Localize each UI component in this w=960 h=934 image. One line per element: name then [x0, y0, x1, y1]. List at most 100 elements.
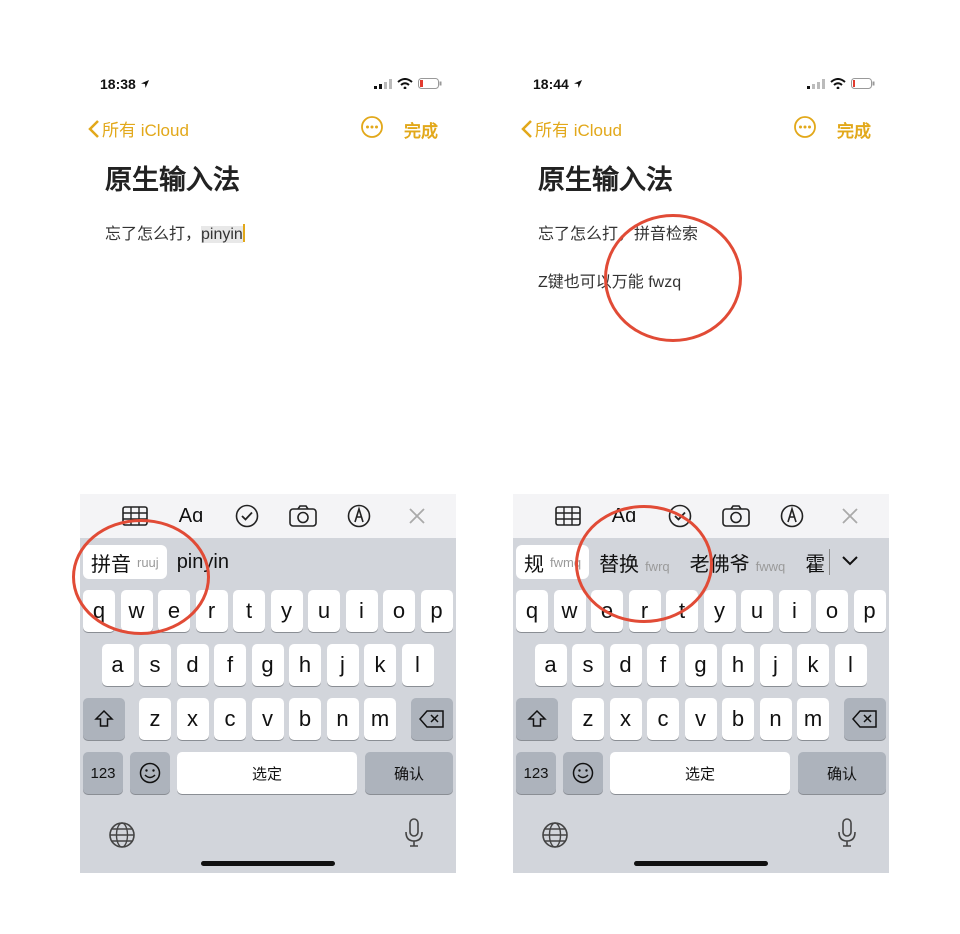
- candidate-item[interactable]: 规 fwmq: [516, 545, 590, 579]
- key-l[interactable]: l: [834, 644, 867, 686]
- key-g[interactable]: g: [251, 644, 284, 686]
- camera-button[interactable]: [288, 502, 318, 530]
- text-format-icon: Aɑ: [611, 504, 637, 527]
- key-v[interactable]: v: [684, 698, 717, 740]
- checklist-button[interactable]: [665, 502, 695, 530]
- candidate-item[interactable]: 替换 fwrq: [589, 548, 680, 577]
- close-button[interactable]: [835, 502, 865, 530]
- key-b[interactable]: b: [289, 698, 321, 740]
- key-n[interactable]: n: [326, 698, 359, 740]
- key-w[interactable]: w: [553, 590, 586, 632]
- key-t[interactable]: t: [233, 590, 265, 632]
- markup-button[interactable]: [344, 502, 374, 530]
- key-x[interactable]: x: [609, 698, 642, 740]
- key-s[interactable]: s: [139, 644, 171, 686]
- key-r[interactable]: r: [195, 590, 228, 632]
- key-u[interactable]: u: [741, 590, 773, 632]
- key-j[interactable]: j: [326, 644, 359, 686]
- key-e[interactable]: e: [591, 590, 623, 632]
- key-q[interactable]: q: [516, 590, 548, 632]
- key-n[interactable]: n: [759, 698, 792, 740]
- key-e[interactable]: e: [158, 590, 190, 632]
- table-button[interactable]: [120, 502, 150, 530]
- numbers-key[interactable]: 123: [516, 752, 556, 794]
- key-p[interactable]: p: [853, 590, 886, 632]
- key-o[interactable]: o: [816, 590, 848, 632]
- note-line[interactable]: Z键也可以万能 fwzq: [538, 268, 681, 292]
- key-s[interactable]: s: [572, 644, 604, 686]
- candidate-item[interactable]: 霍: [795, 548, 829, 577]
- key-a[interactable]: a: [534, 644, 567, 686]
- candidate-item[interactable]: 老佛爷 fwwq: [680, 548, 796, 577]
- key-k[interactable]: k: [797, 644, 829, 686]
- candidate-item[interactable]: 拼音 ruuj: [83, 545, 167, 579]
- table-button[interactable]: [553, 502, 583, 530]
- delete-key[interactable]: [844, 698, 886, 740]
- close-button[interactable]: [402, 502, 432, 530]
- key-w[interactable]: w: [120, 590, 153, 632]
- done-button[interactable]: 完成: [837, 117, 871, 142]
- back-button[interactable]: 所有 iCloud: [88, 116, 189, 141]
- emoji-key[interactable]: [563, 752, 603, 794]
- key-i[interactable]: i: [345, 590, 378, 632]
- key-c[interactable]: c: [647, 698, 679, 740]
- expand-candidates-button[interactable]: [842, 553, 858, 571]
- key-x[interactable]: x: [176, 698, 209, 740]
- key-f[interactable]: f: [647, 644, 679, 686]
- key-m[interactable]: m: [364, 698, 396, 740]
- key-d[interactable]: d: [609, 644, 642, 686]
- back-button[interactable]: 所有 iCloud: [521, 116, 622, 141]
- space-key[interactable]: 选定: [610, 752, 790, 794]
- key-o[interactable]: o: [383, 590, 415, 632]
- key-b[interactable]: b: [722, 698, 754, 740]
- key-g[interactable]: g: [684, 644, 717, 686]
- checklist-button[interactable]: [232, 502, 262, 530]
- key-y[interactable]: y: [703, 590, 736, 632]
- numbers-key[interactable]: 123: [83, 752, 123, 794]
- markup-button[interactable]: [777, 502, 807, 530]
- key-v[interactable]: v: [251, 698, 284, 740]
- key-f[interactable]: f: [214, 644, 246, 686]
- text-format-button[interactable]: Aɑ: [609, 502, 639, 530]
- key-t[interactable]: t: [666, 590, 698, 632]
- shift-key[interactable]: [83, 698, 125, 740]
- key-r[interactable]: r: [628, 590, 661, 632]
- key-m[interactable]: m: [797, 698, 829, 740]
- key-y[interactable]: y: [270, 590, 303, 632]
- key-h[interactable]: h: [289, 644, 321, 686]
- key-j[interactable]: j: [759, 644, 792, 686]
- globe-button[interactable]: [108, 821, 136, 854]
- space-key[interactable]: 选定: [177, 752, 357, 794]
- key-u[interactable]: u: [308, 590, 340, 632]
- shift-key[interactable]: [516, 698, 558, 740]
- dictation-button[interactable]: [837, 818, 857, 853]
- candidate-divider: [829, 549, 831, 575]
- done-button[interactable]: 完成: [404, 117, 438, 142]
- globe-button[interactable]: [541, 821, 569, 854]
- more-button[interactable]: [793, 115, 817, 144]
- more-button[interactable]: [360, 115, 384, 144]
- candidate-item[interactable]: pinyin: [167, 551, 239, 574]
- key-h[interactable]: h: [722, 644, 754, 686]
- key-z[interactable]: z: [139, 698, 171, 740]
- key-k[interactable]: k: [364, 644, 396, 686]
- key-d[interactable]: d: [176, 644, 209, 686]
- confirm-key[interactable]: 确认: [365, 752, 453, 794]
- key-l[interactable]: l: [401, 644, 434, 686]
- key-i[interactable]: i: [778, 590, 811, 632]
- key-a[interactable]: a: [101, 644, 134, 686]
- delete-key[interactable]: [411, 698, 453, 740]
- note-line[interactable]: 忘了怎么打，pinyin: [105, 220, 245, 244]
- key-c[interactable]: c: [214, 698, 246, 740]
- note-line[interactable]: 忘了怎么打，拼音检索: [538, 220, 698, 244]
- key-p[interactable]: p: [420, 590, 453, 632]
- wifi-icon: [830, 78, 846, 89]
- key-q[interactable]: q: [83, 590, 115, 632]
- key-z[interactable]: z: [572, 698, 604, 740]
- confirm-key[interactable]: 确认: [798, 752, 886, 794]
- emoji-key[interactable]: [130, 752, 170, 794]
- back-label: 所有 iCloud: [535, 121, 622, 140]
- camera-button[interactable]: [721, 502, 751, 530]
- text-format-button[interactable]: Aɑ: [176, 502, 206, 530]
- dictation-button[interactable]: [404, 818, 424, 853]
